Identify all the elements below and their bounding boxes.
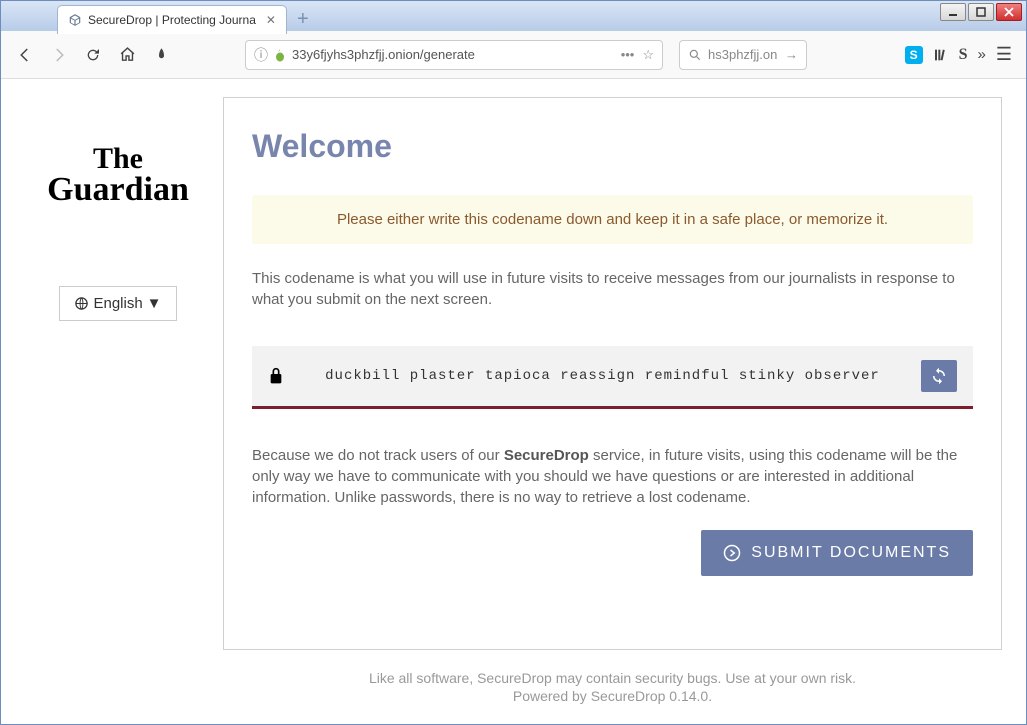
page-sidebar: The Guardian English ▼ [25,97,211,724]
footer-version: Powered by SecureDrop 0.14.0. [223,688,1002,704]
submit-label: SUBMIT DOCUMENTS [751,544,951,562]
language-selector[interactable]: English ▼ [59,286,176,321]
tab-close-button[interactable]: ✕ [266,13,276,27]
cube-icon [68,13,82,27]
forward-button[interactable] [45,41,73,69]
regenerate-codename-button[interactable] [921,360,957,392]
page-action-icon[interactable]: ••• [621,47,635,62]
submit-documents-button[interactable]: SUBMIT DOCUMENTS [701,530,973,576]
new-tab-button[interactable]: + [297,9,309,29]
home-button[interactable] [113,41,141,69]
maximize-button[interactable] [968,3,994,21]
tab-title: SecureDrop | Protecting Journa [88,13,256,27]
chevron-down-icon: ▼ [147,295,162,312]
onion-icon [274,48,286,62]
search-bar[interactable]: hs3phzfjj.on → [679,40,807,70]
codename-description: This codename is what you will use in fu… [252,268,973,310]
arrow-circle-icon [723,544,741,562]
skype-icon[interactable]: S [905,46,923,64]
browser-toolbar: ⓘ 33y6fjyhs3phzfjj.onion/generate ••• ☆ … [1,31,1026,79]
menu-button[interactable]: ☰ [996,44,1012,65]
minimize-button[interactable] [940,3,966,21]
globe-icon [74,296,89,311]
window-titlebar: SecureDrop | Protecting Journa ✕ + [1,1,1026,31]
codename-text: duckbill plaster tapioca reassign remind… [304,368,901,384]
overflow-icon[interactable]: » [978,46,986,63]
library-icon[interactable] [933,47,949,63]
close-button[interactable] [996,3,1022,21]
window-controls [940,3,1022,21]
page-info-icon[interactable]: ⓘ [254,45,268,65]
codename-box: duckbill plaster tapioca reassign remind… [252,346,973,409]
browser-tab[interactable]: SecureDrop | Protecting Journa ✕ [57,5,287,34]
url-text: 33y6fjyhs3phzfjj.onion/generate [292,47,615,62]
footer-disclaimer: Like all software, SecureDrop may contai… [223,670,1002,686]
search-text: hs3phzfjj.on [708,47,779,62]
search-go-icon[interactable]: → [785,47,798,62]
page-title: Welcome [252,128,973,165]
back-button[interactable] [11,41,39,69]
codename-notice: Please either write this codename down a… [252,195,973,244]
tor-circuit-button[interactable] [147,41,175,69]
reload-button[interactable] [79,41,107,69]
main-card: Welcome Please either write this codenam… [223,97,1002,650]
page-footer: Like all software, SecureDrop may contai… [223,650,1002,724]
codename-warning: Because we do not track users of our Sec… [252,445,973,508]
url-bar[interactable]: ⓘ 33y6fjyhs3phzfjj.onion/generate ••• ☆ [245,40,663,70]
bookmark-icon[interactable]: ☆ [642,47,654,63]
guardian-logo: The Guardian [47,145,189,206]
noscript-icon[interactable]: S [959,46,968,64]
language-label: English [93,295,142,312]
search-icon [688,48,702,62]
lock-icon [268,366,284,386]
